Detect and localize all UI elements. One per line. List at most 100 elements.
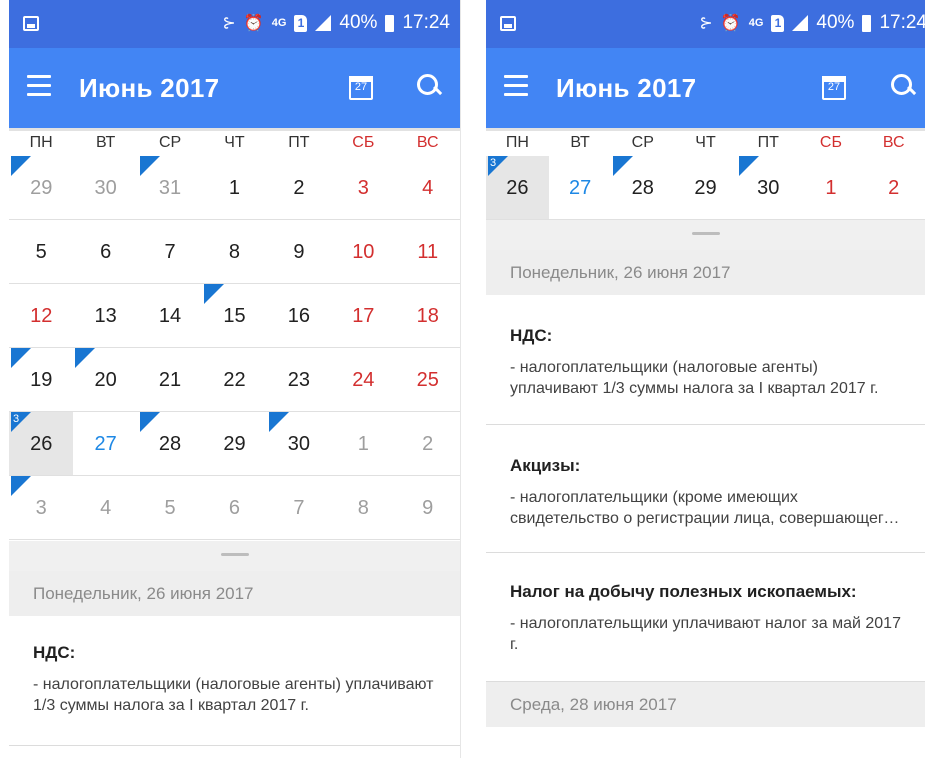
day-cell[interactable]: 1 — [202, 156, 266, 219]
day-number: 30 — [287, 433, 311, 455]
day-cell[interactable]: 9 — [267, 220, 331, 283]
month-title[interactable]: Июнь 2017 — [556, 73, 696, 104]
day-cell[interactable]: 16 — [267, 284, 331, 347]
day-cell[interactable]: 2 — [862, 156, 925, 219]
day-cell[interactable]: 6 — [73, 220, 137, 283]
event-marker-icon — [204, 284, 225, 304]
menu-icon[interactable] — [504, 75, 528, 97]
day-cell[interactable]: 22 — [202, 348, 266, 411]
day-cell[interactable]: 29 — [9, 156, 73, 219]
day-cell[interactable]: 13 — [73, 284, 137, 347]
day-cell[interactable]: 4 — [396, 156, 460, 219]
day-cell[interactable]: 29 — [674, 156, 737, 219]
search-icon[interactable] — [417, 74, 443, 100]
day-number: 31 — [158, 177, 182, 199]
day-number: 2 — [422, 433, 434, 455]
week-row: 19 20 21 22 23 24 25 — [9, 348, 460, 412]
event-item[interactable]: Акцизы: - налогоплательщики (кроме имеющ… — [486, 425, 925, 553]
day-number: 5 — [35, 241, 47, 263]
day-cell[interactable]: 7 — [267, 476, 331, 539]
day-cell[interactable]: 2 — [396, 412, 460, 475]
day-cell[interactable]: 5 — [9, 220, 73, 283]
day-number: 27 — [94, 433, 117, 455]
day-cell[interactable]: 1 — [331, 412, 395, 475]
day-number: 29 — [223, 433, 246, 455]
search-icon[interactable] — [891, 74, 917, 100]
day-number: 20 — [94, 369, 117, 391]
day-number: 11 — [417, 241, 439, 263]
day-cell[interactable]: 9 — [396, 476, 460, 539]
day-number: 23 — [287, 369, 311, 391]
event-item[interactable]: НДС: - налогоплательщики (налоговые аген… — [9, 616, 460, 746]
day-number: 28 — [158, 433, 182, 455]
signal-icon — [315, 15, 332, 31]
week-row: 3 26 27 28 29 30 1 2 — [486, 156, 925, 220]
day-cell[interactable]: 27 — [73, 412, 137, 475]
drag-handle[interactable] — [486, 220, 925, 250]
menu-icon[interactable] — [27, 75, 51, 97]
month-title[interactable]: Июнь 2017 — [79, 73, 219, 104]
day-cell[interactable]: 10 — [331, 220, 395, 283]
day-cell[interactable]: 5 — [138, 476, 202, 539]
weekday-label: ПТ — [288, 134, 310, 151]
event-item[interactable]: Налог на добычу полезных ископаемых: - н… — [486, 553, 925, 682]
calendar-today-icon[interactable]: 27 — [822, 76, 846, 100]
day-cell[interactable]: 14 — [138, 284, 202, 347]
alarm-icon: ⏰ — [720, 15, 741, 32]
image-icon — [500, 16, 516, 31]
day-number: 15 — [223, 305, 246, 327]
day-cell[interactable]: 28 — [138, 412, 202, 475]
day-cell[interactable]: 3 — [331, 156, 395, 219]
day-cell[interactable]: 30 — [73, 156, 137, 219]
event-marker-icon — [11, 156, 31, 176]
day-cell[interactable]: 28 — [611, 156, 674, 219]
day-cell[interactable]: 18 — [396, 284, 460, 347]
day-number: 29 — [30, 177, 53, 199]
day-cell[interactable]: 17 — [331, 284, 395, 347]
month-view-screen: ⊱ ⏰ 4G 1 40% 17:24 Июнь 2017 27 ПН ВТ СР… — [9, 0, 461, 758]
day-number: 30 — [757, 177, 780, 199]
weekday-label: ЧТ — [695, 134, 716, 151]
day-cell[interactable]: 8 — [202, 220, 266, 283]
day-cell[interactable]: 21 — [138, 348, 202, 411]
day-cell[interactable]: 3 26 — [486, 156, 549, 219]
day-cell[interactable]: 3 — [9, 476, 73, 539]
day-cell[interactable]: 2 — [267, 156, 331, 219]
day-number: 21 — [158, 369, 182, 391]
day-cell[interactable]: 1 — [800, 156, 863, 219]
day-cell[interactable]: 7 — [138, 220, 202, 283]
weekday-label: СР — [158, 134, 182, 151]
day-cell[interactable]: 27 — [549, 156, 612, 219]
day-cell[interactable]: 23 — [267, 348, 331, 411]
day-cell[interactable]: 19 — [9, 348, 73, 411]
day-cell[interactable]: 20 — [73, 348, 137, 411]
day-number: 4 — [100, 497, 112, 519]
day-cell[interactable]: 11 — [396, 220, 460, 283]
day-cell[interactable]: 8 — [331, 476, 395, 539]
mute-icon: ⊱ — [222, 15, 236, 32]
day-cell[interactable]: 24 — [331, 348, 395, 411]
weekday-header: ПН ВТ СР ЧТ ПТ СБ ВС — [486, 128, 925, 156]
day-cell[interactable]: 25 — [396, 348, 460, 411]
day-number: 7 — [164, 241, 176, 263]
day-cell[interactable]: 15 — [202, 284, 266, 347]
day-number: 2 — [888, 177, 900, 199]
day-cell[interactable]: 30 — [267, 412, 331, 475]
week-grid: 3 26 27 28 29 30 1 2 — [486, 156, 925, 220]
day-cell[interactable]: 4 — [73, 476, 137, 539]
event-count: 3 — [490, 157, 497, 169]
day-number: 19 — [30, 369, 53, 391]
event-item[interactable]: НДС: - налогоплательщики (налоговые аген… — [486, 295, 925, 425]
day-number: 5 — [164, 497, 176, 519]
calendar-today-icon[interactable]: 27 — [349, 76, 373, 100]
sim-icon: 1 — [771, 14, 785, 32]
day-number: 3 — [35, 497, 47, 519]
status-bar: ⊱ ⏰ 4G 1 40% 17:24 — [486, 0, 925, 48]
day-cell[interactable]: 6 — [202, 476, 266, 539]
day-cell[interactable]: 31 — [138, 156, 202, 219]
day-cell[interactable]: 30 — [737, 156, 800, 219]
day-cell[interactable]: 12 — [9, 284, 73, 347]
day-cell[interactable]: 29 — [202, 412, 266, 475]
drag-handle[interactable] — [9, 541, 460, 571]
day-cell[interactable]: 3 26 — [9, 412, 74, 475]
